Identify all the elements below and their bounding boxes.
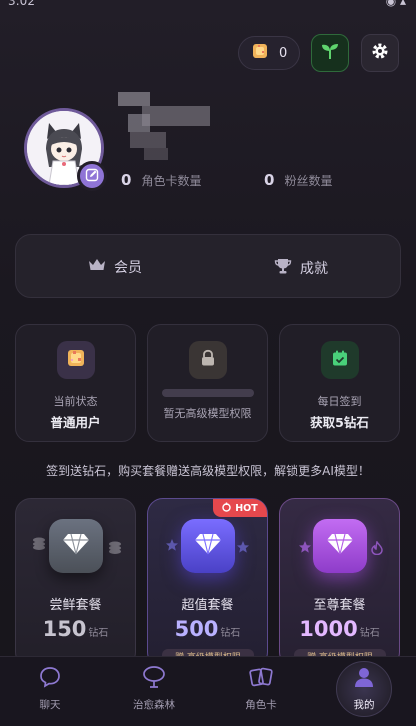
diamond-icon	[251, 42, 269, 64]
role-cards-count: 0	[121, 171, 132, 189]
status-label: 当前状态	[53, 395, 98, 408]
edit-icon	[85, 167, 99, 186]
lock-icon-box	[189, 341, 227, 379]
package-card-trial[interactable]: 尝鲜套餐 150 钻石	[15, 498, 136, 668]
status-bar: 3:02 ◉ ▴	[0, 0, 416, 22]
bottom-nav: 聊天 治愈森林 角色卡 我的	[0, 656, 416, 726]
diamond-count: 0	[279, 45, 288, 61]
package-price: 1000 钻石	[280, 617, 399, 641]
package-unit: 钻石	[359, 628, 380, 639]
diamond-icon	[65, 347, 87, 373]
gem-box	[49, 519, 103, 573]
checkin-icon-box	[321, 341, 359, 379]
permission-label: 暂无高级模型权限	[163, 407, 252, 420]
status-time: 3:02	[8, 0, 35, 8]
promo-text: 签到送钻石，购买套餐赠送高级模型权限，解锁更多AI模型！	[46, 464, 370, 478]
member-card: 会员 成就	[15, 234, 401, 298]
package-unit: 钻石	[220, 628, 241, 639]
model-permission-card[interactable]: 暂无高级模型权限	[147, 324, 268, 442]
nav-item-role-cards[interactable]: 角色卡	[226, 665, 296, 712]
star-icon	[236, 539, 250, 558]
star-icon	[298, 539, 312, 558]
package-amount: 500	[174, 617, 219, 641]
sprout-icon	[320, 41, 340, 65]
package-name: 超值套餐	[181, 598, 234, 613]
vip-button[interactable]: 会员	[88, 257, 142, 277]
diamond-balance-button[interactable]: 0	[238, 36, 300, 70]
status-card[interactable]: 当前状态 普通用户	[15, 324, 136, 442]
status-icons: ◉ ▴	[385, 0, 406, 8]
package-name: 尝鲜套餐	[49, 598, 102, 613]
diamond-gem-icon	[326, 532, 354, 560]
fans-count: 0	[264, 171, 275, 189]
lock-icon	[199, 349, 217, 371]
gem-box	[181, 519, 235, 573]
role-cards-label: 角色卡数量	[141, 174, 202, 188]
permission-progress-bar	[162, 389, 254, 397]
diamond-gem-icon	[194, 532, 222, 560]
achievements-label: 成就	[300, 261, 328, 277]
nav-item-forest[interactable]: 治愈森林	[119, 665, 189, 712]
nav-label: 角色卡	[245, 699, 277, 711]
user-icon	[352, 668, 376, 693]
coin-stack-icon	[32, 535, 46, 554]
package-price: 150 钻石	[16, 617, 135, 641]
package-amount: 150	[42, 617, 87, 641]
status-value: 普通用户	[50, 415, 101, 430]
package-unit: 钻石	[88, 628, 109, 639]
trophy-icon	[274, 257, 292, 279]
package-card-value[interactable]: 超值套餐 500钻石 赠·高级模型权限	[147, 498, 268, 668]
flame-icon	[371, 540, 383, 559]
package-price: 500 钻石	[148, 617, 267, 641]
nav-label: 治愈森林	[133, 699, 175, 711]
package-amount: 1000	[299, 617, 358, 641]
gear-icon	[370, 41, 390, 65]
status-card-icon-box	[57, 341, 95, 379]
coin-stack-icon	[108, 539, 122, 558]
forest-button[interactable]	[311, 34, 349, 72]
nav-item-chat[interactable]: 聊天	[15, 665, 85, 712]
star-icon	[165, 537, 179, 556]
nav-item-me[interactable]: 我的	[329, 665, 399, 712]
chat-bubble-icon	[38, 667, 62, 693]
role-cards-stat[interactable]: 0 角色卡数量	[121, 171, 201, 189]
package-name: 至尊套餐	[313, 598, 366, 613]
hot-label: HOT	[235, 502, 258, 514]
cards-icon	[248, 667, 274, 693]
fire-icon	[222, 502, 231, 515]
settings-button[interactable]	[361, 34, 399, 72]
nav-label: 我的	[353, 699, 375, 711]
hot-badge: HOT	[213, 499, 267, 517]
vip-label: 会员	[114, 260, 142, 276]
username-blurred	[118, 92, 212, 162]
crown-icon	[88, 258, 106, 276]
calendar-check-icon	[331, 349, 349, 371]
edit-profile-button[interactable]	[77, 161, 107, 191]
tree-icon	[141, 666, 167, 693]
daily-checkin-card[interactable]: 每日签到 获取5钻石	[279, 324, 400, 442]
fans-label: 粉丝数量	[284, 174, 333, 188]
nav-label: 聊天	[39, 699, 61, 711]
diamond-gem-icon	[62, 532, 90, 560]
achievements-button[interactable]: 成就	[274, 257, 328, 279]
checkin-label: 每日签到	[317, 395, 362, 408]
checkin-value: 获取5钻石	[310, 415, 369, 430]
package-card-premium[interactable]: 至尊套餐 1000钻石 赠·高级模型权限	[279, 498, 400, 668]
fans-stat[interactable]: 0 粉丝数量	[264, 171, 332, 189]
gem-box	[313, 519, 367, 573]
